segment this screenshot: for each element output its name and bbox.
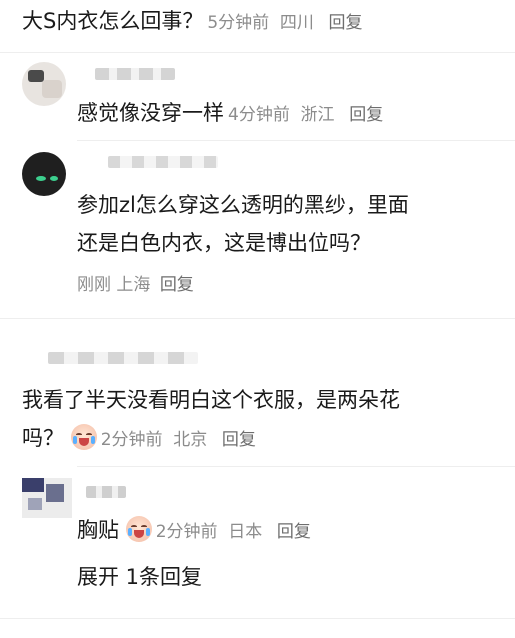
comment-2-text: 感觉像没穿一样 xyxy=(77,101,224,125)
comment-1-reply-button[interactable]: 回复 xyxy=(329,13,363,33)
comment-5-reply-button[interactable]: 回复 xyxy=(277,522,311,542)
comment-2-reply-button[interactable]: 回复 xyxy=(349,105,383,125)
username-blurred[interactable] xyxy=(95,68,175,80)
divider xyxy=(77,140,515,141)
divider xyxy=(77,466,515,467)
crying-laughing-emoji xyxy=(70,424,97,450)
comment-5-location: 日本 xyxy=(228,522,263,542)
comment-3-location: 上海 xyxy=(116,275,151,295)
avatar[interactable] xyxy=(22,478,72,518)
comment-3-line-1: 参加zl怎么穿这么透明的黑纱，里面 xyxy=(77,193,409,217)
avatar[interactable] xyxy=(22,62,66,106)
username-blurred[interactable] xyxy=(86,486,126,498)
comment-1-time: 5分钟前 xyxy=(207,13,270,33)
expand-replies-link[interactable]: 展开 1条回复 xyxy=(77,562,202,592)
divider xyxy=(0,52,515,53)
comment-4-location: 北京 xyxy=(173,430,208,450)
comment-5-time: 2分钟前 xyxy=(155,522,218,542)
comment-3-meta: 刚刚 上海 回复 xyxy=(77,270,194,295)
comment-4-line-2: 吗？ 2分钟前 北京 回复 xyxy=(22,423,256,455)
comment-3-time: 刚刚 xyxy=(77,275,111,295)
avatar[interactable] xyxy=(22,152,66,196)
comment-2-location: 浙江 xyxy=(300,105,335,125)
comment-1-text: 大S内衣怎么回事？ xyxy=(22,9,204,33)
comment-5-text: 胸贴 xyxy=(77,518,119,542)
comment-4-line-1: 我看了半天没看明白这个衣服，是两朵花 xyxy=(22,388,400,412)
username-blurred[interactable] xyxy=(48,352,198,364)
comment-4-reply-button[interactable]: 回复 xyxy=(222,430,256,450)
comment-3-reply-button[interactable]: 回复 xyxy=(160,275,194,295)
divider xyxy=(0,318,515,319)
divider xyxy=(0,618,515,619)
comment-1-location: 四川 xyxy=(279,13,314,33)
username-blurred[interactable] xyxy=(108,156,218,168)
comment-4-text: 吗？ xyxy=(22,426,64,450)
comment-4-time: 2分钟前 xyxy=(100,430,163,450)
comment-5: 胸贴 2分钟前 日本 回复 xyxy=(77,515,311,547)
comment-3-line-2: 还是白色内衣，这是博出位吗？ xyxy=(77,231,371,255)
comment-1: 大S内衣怎么回事？ 5分钟前 四川 回复 xyxy=(22,6,363,38)
crying-laughing-emoji xyxy=(125,516,152,542)
comment-2: 感觉像没穿一样 4分钟前 浙江 回复 xyxy=(77,98,383,130)
comment-2-time: 4分钟前 xyxy=(228,105,290,125)
